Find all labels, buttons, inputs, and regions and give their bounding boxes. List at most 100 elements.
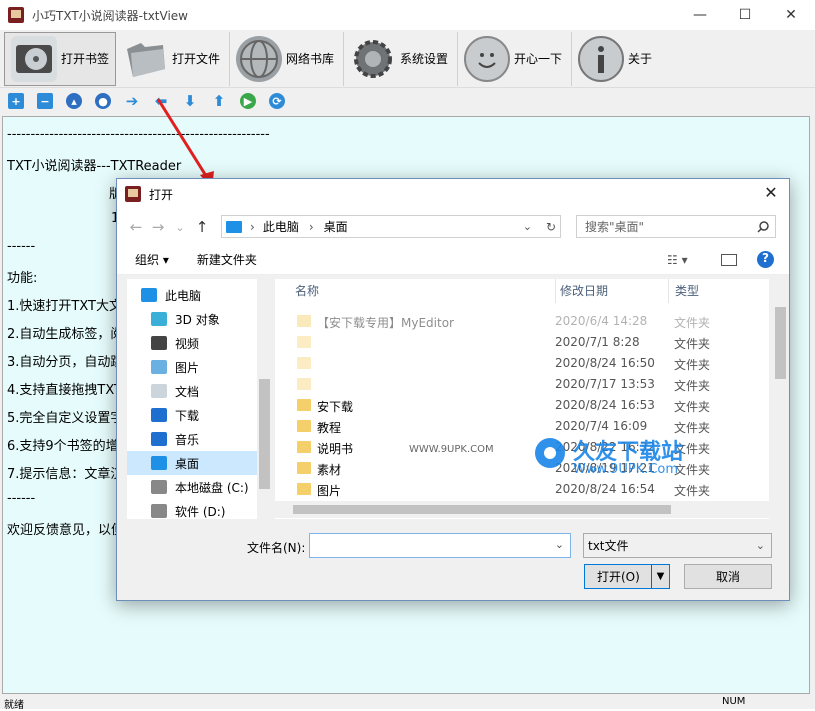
file-row[interactable]: 2020/8/24 16:50 文件夹 [275, 353, 769, 374]
nav-local-disk-c[interactable]: 本地磁盘 (C:) [127, 475, 272, 499]
about-button[interactable]: 关于 [572, 32, 682, 86]
search-placeholder: 搜索"桌面" [585, 220, 645, 234]
file-name: 说明书 [317, 442, 354, 456]
nav-label: 软件 (D:) [175, 504, 226, 519]
address-row: ← → ⌄ ↑ › 此电脑 › 桌面 ⌄ ↻ 搜索"桌面" [117, 209, 789, 245]
nav-videos[interactable]: 视频 [127, 331, 272, 355]
new-folder-button[interactable]: 新建文件夹 [197, 251, 257, 268]
organize-button[interactable]: 组织 ▾ [135, 251, 169, 268]
address-dropdown-icon[interactable]: ⌄ [523, 220, 532, 233]
forward-arrow-icon[interactable]: → [147, 218, 169, 236]
document-icon [151, 384, 167, 398]
file-row[interactable]: 2020/7/1 8:28 文件夹 [275, 332, 769, 353]
file-date: 2020/7/1 8:28 [555, 335, 640, 349]
up-arrow-icon[interactable]: ↑ [191, 218, 213, 236]
watermark-url: Www.9UPK.Com [573, 462, 679, 477]
file-row[interactable]: 【安下载专用】MyEditor 2020/6/4 14:28 文件夹 [275, 311, 769, 332]
up-circle-icon[interactable]: ▴ [66, 93, 82, 109]
refresh-icon[interactable]: ⟳ [269, 93, 285, 109]
open-button[interactable]: 打开(O) ▼ [584, 564, 670, 589]
dialog-app-icon [125, 186, 141, 202]
settings-button[interactable]: 系统设置 [344, 31, 458, 86]
add-icon[interactable]: + [8, 93, 24, 109]
maximize-button[interactable]: ☐ [722, 0, 768, 30]
dialog-close-button[interactable]: ✕ [759, 183, 783, 205]
horizontal-scroll-thumb[interactable] [293, 505, 671, 514]
nav-music[interactable]: 音乐 [127, 427, 272, 451]
nav-scroll-thumb[interactable] [259, 379, 270, 489]
column-name[interactable]: 名称 [295, 279, 319, 303]
smiley-icon [464, 35, 510, 82]
filetype-dropdown-icon[interactable]: ⌄ [756, 539, 765, 552]
online-library-label: 网络书库 [286, 52, 335, 66]
preview-pane-icon[interactable] [721, 253, 737, 266]
arrow-right-icon[interactable]: ➔ [124, 92, 140, 110]
file-row[interactable]: 安下载 2020/8/24 16:53 文件夹 [275, 395, 769, 416]
nav-3d-objects[interactable]: 3D 对象 [127, 307, 272, 331]
watermark-logo: 久友下载站 Www.9UPK.Com WWW.9UPK.COM [409, 434, 765, 484]
status-num: NUM [722, 696, 746, 707]
minimize-button[interactable]: — [677, 0, 723, 30]
column-type[interactable]: 类型 [668, 279, 699, 303]
fun-button[interactable]: 开心一下 [458, 31, 572, 86]
download-icon [151, 408, 167, 422]
nav-this-pc[interactable]: 此电脑 [127, 283, 272, 307]
open-bookmark-button[interactable]: 打开书签 [4, 31, 116, 86]
app-book-icon [8, 7, 24, 23]
nav-label: 桌面 [175, 456, 200, 471]
file-list: 名称 修改日期 类型 【安下载专用】MyEditor 2020/6/4 14:28… [275, 279, 769, 519]
recent-dropdown-icon[interactable]: ⌄ [169, 221, 191, 234]
column-date[interactable]: 修改日期 [555, 279, 608, 303]
content-line: 功能: [7, 271, 38, 286]
drive-icon [151, 480, 167, 494]
breadcrumb-desktop[interactable]: 桌面 [324, 218, 348, 235]
dialog-title: 打开 [149, 187, 174, 202]
search-box[interactable]: 搜索"桌面" [576, 215, 776, 238]
open-split-arrow-icon[interactable]: ▼ [651, 565, 669, 588]
person-icon[interactable]: ● [95, 93, 111, 109]
pictures-icon [151, 360, 167, 374]
breadcrumb-this-pc[interactable]: 此电脑 [263, 218, 299, 235]
folder-icon [297, 378, 311, 390]
nav-desktop[interactable]: 桌面 [127, 451, 272, 475]
file-vertical-scrollbar[interactable] [772, 279, 789, 519]
fun-label: 开心一下 [514, 52, 563, 66]
cancel-button[interactable]: 取消 [684, 564, 772, 589]
watermark-domain: WWW.9UPK.COM [409, 444, 494, 455]
file-date: 2020/8/24 16:53 [555, 398, 655, 412]
nav-pictures[interactable]: 图片 [127, 355, 272, 379]
file-date: 2020/8/24 16:50 [555, 356, 655, 370]
file-type: 文件夹 [674, 337, 711, 351]
gear-icon [350, 36, 396, 82]
open-file-label: 打开文件 [172, 52, 221, 66]
nav-software-d[interactable]: 软件 (D:) [127, 499, 272, 523]
file-name: 【安下载专用】MyEditor [317, 316, 454, 330]
play-icon[interactable]: ▶ [240, 93, 256, 109]
filetype-select[interactable]: txt文件 ⌄ [583, 533, 772, 558]
view-options-icon[interactable]: ☷ ▾ [667, 253, 688, 267]
online-library-button[interactable]: 网络书库 [230, 31, 344, 86]
open-file-button[interactable]: 打开文件 [116, 31, 230, 86]
filename-input[interactable]: ⌄ [309, 533, 571, 558]
search-icon [757, 220, 769, 233]
close-button[interactable]: ✕ [768, 0, 814, 30]
nav-scrollbar[interactable] [257, 279, 272, 519]
filename-dropdown-icon[interactable]: ⌄ [555, 538, 564, 551]
remove-icon[interactable]: − [37, 93, 53, 109]
content-line: 4.支持直接拖拽TXT [7, 383, 122, 398]
help-icon[interactable]: ? [757, 251, 774, 268]
file-horizontal-scrollbar[interactable] [275, 501, 769, 518]
back-arrow-icon[interactable]: ← [125, 218, 147, 236]
vertical-scroll-thumb[interactable] [775, 307, 786, 379]
nav-documents[interactable]: 文档 [127, 379, 272, 403]
separator-line: ----------------------------------------… [7, 127, 270, 142]
address-bar[interactable]: › 此电脑 › 桌面 ⌄ ↻ [221, 215, 561, 238]
command-bar: 组织 ▾ 新建文件夹 ☷ ▾ ? [117, 245, 789, 275]
open-bookmark-label: 打开书签 [60, 52, 109, 66]
nav-label: 音乐 [175, 432, 200, 447]
nav-downloads[interactable]: 下载 [127, 403, 272, 427]
nav-label: 3D 对象 [175, 312, 220, 327]
refresh-icon[interactable]: ↻ [546, 220, 556, 234]
file-name: 安下载 [317, 400, 354, 414]
file-row[interactable]: 2020/7/17 13:53 文件夹 [275, 374, 769, 395]
